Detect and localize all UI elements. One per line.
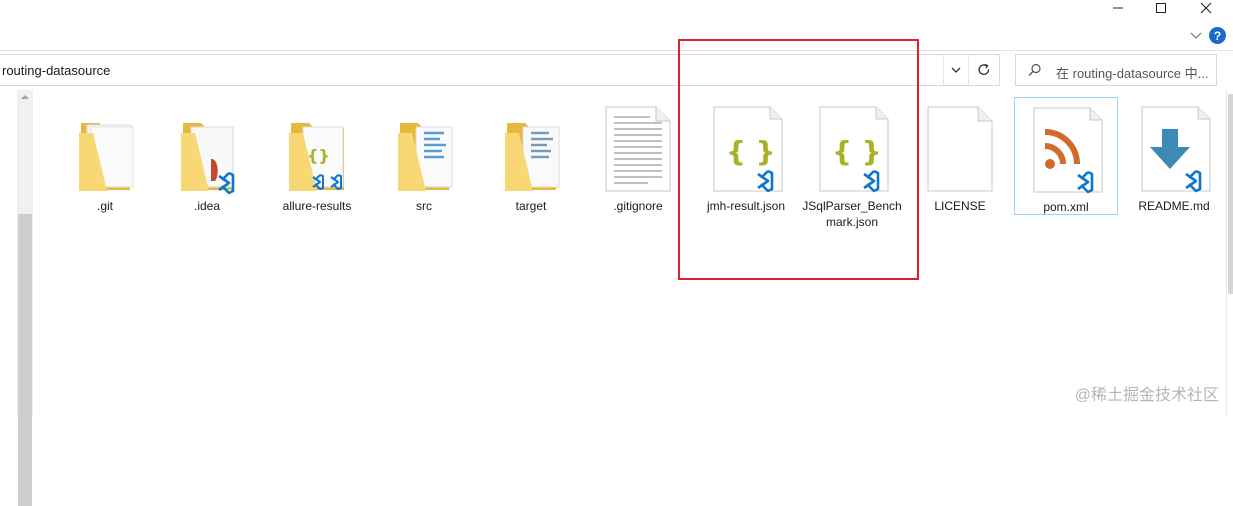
folder-icon <box>505 123 560 191</box>
folder-icon <box>398 123 453 191</box>
search-icon <box>1028 63 1041 76</box>
chevron-down-icon <box>951 67 961 73</box>
file-name: .idea <box>193 199 221 213</box>
help-button[interactable]: ? <box>1209 27 1226 44</box>
maximize-button[interactable] <box>1139 0 1183 16</box>
svg-text:{}: {} <box>307 146 330 165</box>
xml-file-icon <box>1033 107 1103 194</box>
markdown-file-icon <box>1141 106 1211 193</box>
file-name: allure-results <box>282 199 352 213</box>
ribbon-expand-button[interactable] <box>1188 27 1204 43</box>
search-box[interactable]: 在 routing-datasource 中... <box>1015 54 1217 86</box>
text-file-icon <box>605 106 671 192</box>
file-name: src <box>416 199 432 213</box>
help-label: ? <box>1213 28 1222 43</box>
folder-icon <box>181 123 235 195</box>
file-name: .gitignore <box>613 199 663 213</box>
file-name: LICENSE <box>934 199 986 213</box>
file-item[interactable]: README.md <box>1122 97 1226 215</box>
file-name: pom.xml <box>1043 200 1089 214</box>
minimize-icon <box>1113 7 1123 9</box>
refresh-button[interactable] <box>968 55 999 85</box>
file-item[interactable]: .idea <box>155 97 259 215</box>
close-icon <box>1200 2 1212 14</box>
file-icon <box>927 106 993 192</box>
nav-scroll-thumb[interactable] <box>18 214 32 506</box>
ribbon-divider <box>0 50 1233 51</box>
file-item[interactable]: .git <box>53 97 157 215</box>
file-name: .git <box>96 199 113 213</box>
scroll-up-icon[interactable] <box>21 94 29 100</box>
file-item[interactable]: .gitignore <box>586 97 690 215</box>
annotation-highlight-box <box>678 39 919 280</box>
content-scroll-thumb[interactable] <box>1228 94 1233 294</box>
folder-icon: {} <box>289 123 344 191</box>
content-scrollbar[interactable] <box>1226 90 1233 416</box>
nav-pane-scrollbar[interactable] <box>17 90 33 506</box>
address-history-button[interactable] <box>943 55 968 85</box>
folder-icon <box>79 123 134 191</box>
refresh-icon <box>978 63 990 75</box>
address-path: routing-datasource <box>2 63 111 78</box>
file-item[interactable]: LICENSE <box>908 97 1012 215</box>
maximize-icon <box>1156 3 1166 13</box>
file-item[interactable]: src <box>372 97 476 215</box>
chevron-down-icon <box>1190 32 1202 39</box>
watermark: @稀土掘金技术社区 <box>1074 387 1219 404</box>
file-item[interactable]: target <box>479 97 583 215</box>
search-input[interactable]: 在 routing-datasource 中... <box>1056 63 1208 82</box>
file-name: README.md <box>1138 199 1210 213</box>
file-name: target <box>515 199 547 213</box>
minimize-button[interactable] <box>1096 0 1140 16</box>
file-item[interactable]: {} allure-results <box>265 97 369 215</box>
close-button[interactable] <box>1184 0 1228 16</box>
file-item-selected[interactable]: pom.xml <box>1014 97 1118 215</box>
